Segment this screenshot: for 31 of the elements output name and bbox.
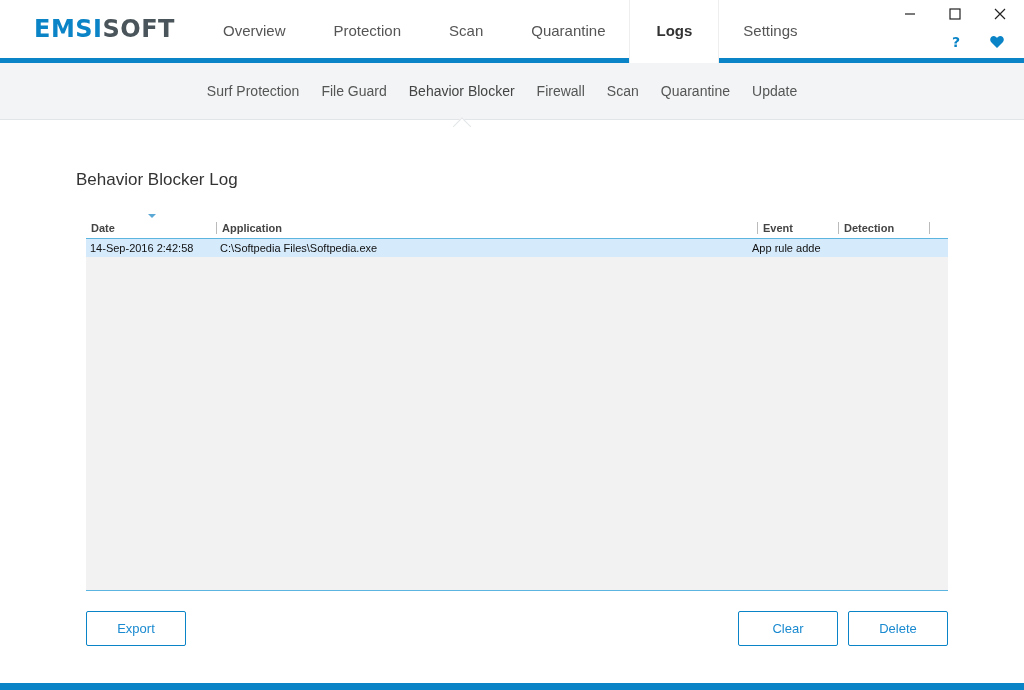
- sub-tab[interactable]: Surf Protection: [206, 83, 300, 99]
- column-header[interactable]: Detection: [839, 221, 930, 234]
- table-cell: C:\Softpedia Files\Softpedia.exe: [220, 242, 378, 254]
- app-logo: EMSISOFT: [33, 14, 176, 45]
- nav-tab[interactable]: Logs: [629, 0, 720, 63]
- nav-tab[interactable]: Overview: [199, 0, 310, 63]
- nav-tab[interactable]: Settings: [719, 0, 822, 63]
- export-button[interactable]: Export: [86, 611, 186, 646]
- sort-arrow-icon: [148, 213, 156, 218]
- nav-tab[interactable]: Scan: [425, 0, 508, 63]
- table-cell: 14-Sep-2016 2:42:58: [90, 242, 194, 254]
- column-header[interactable]: Date: [86, 221, 217, 234]
- close-icon[interactable]: [994, 8, 1006, 20]
- nav-tab[interactable]: Quarantine: [507, 0, 630, 63]
- delete-button[interactable]: Delete: [848, 611, 948, 646]
- sub-tab[interactable]: Update: [752, 83, 798, 99]
- log-row[interactable]: 14-Sep-2016 2:42:58 C:\Softpedia Files\Softpedia.exe App rule adde: [86, 239, 948, 257]
- sub-tab[interactable]: File Guard: [321, 83, 387, 99]
- column-header[interactable]: Event: [758, 221, 839, 234]
- help-button[interactable]: ?: [951, 34, 960, 50]
- sub-tab[interactable]: Quarantine: [660, 83, 731, 99]
- log-title: Behavior Blocker Log: [76, 170, 239, 190]
- sub-tab[interactable]: Scan: [606, 83, 639, 99]
- table-cell: App rule adde: [752, 242, 821, 254]
- column-header[interactable]: Application: [217, 221, 758, 234]
- nav-tab[interactable]: Protection: [309, 0, 426, 63]
- sub-tab[interactable]: Firewall: [536, 83, 585, 99]
- maximize-icon[interactable]: [949, 8, 961, 20]
- clear-button[interactable]: Clear: [738, 611, 838, 646]
- heart-icon[interactable]: [990, 36, 1004, 48]
- sub-tab[interactable]: Behavior Blocker: [408, 83, 515, 99]
